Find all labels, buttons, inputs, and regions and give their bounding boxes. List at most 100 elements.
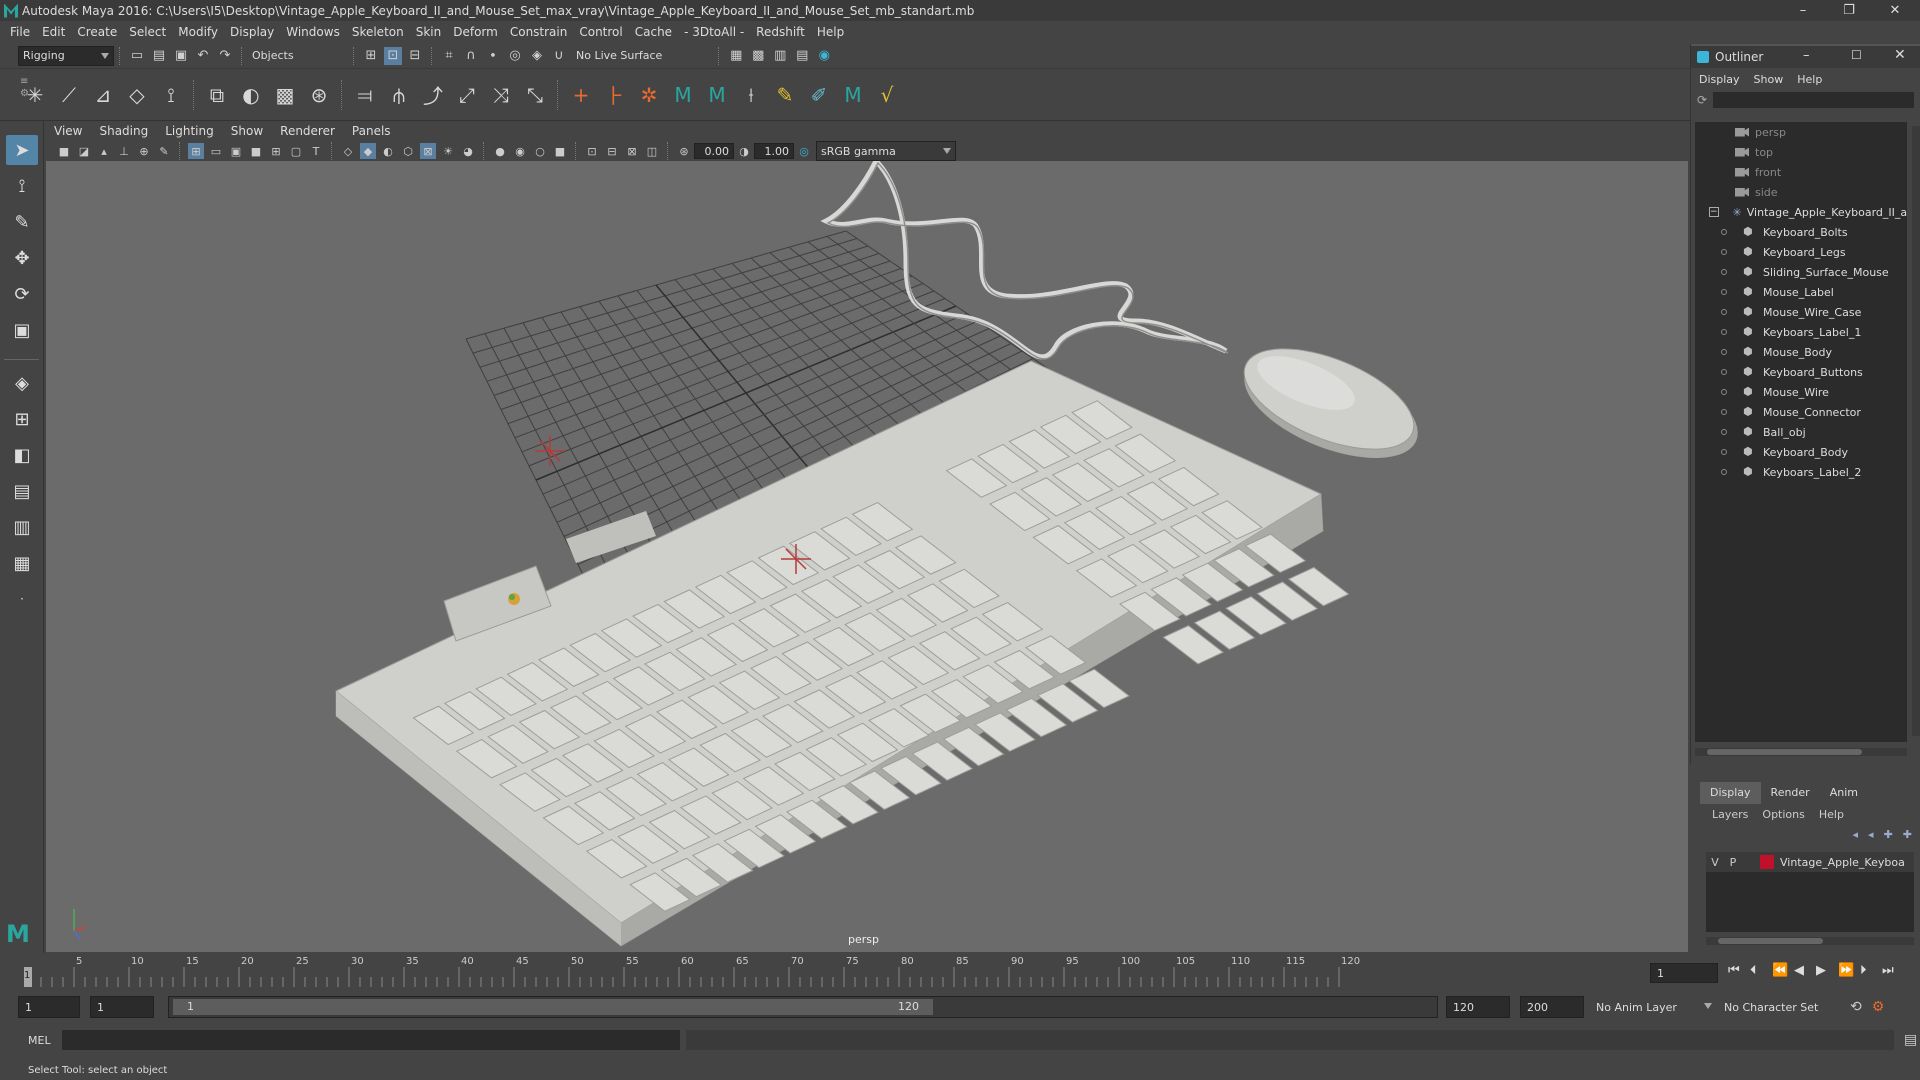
film-gate-icon[interactable]: ▭ [208,143,224,159]
skin-weights-icon[interactable]: ✐ [804,80,834,110]
close-button[interactable]: ✕ [1872,0,1918,21]
move-layer-up-icon[interactable]: ◂ [1853,828,1859,841]
layer-menu-options[interactable]: Options [1762,808,1804,821]
character-set-dropdown[interactable]: No Character Set [1720,997,1840,1017]
tab-render[interactable]: Render [1761,782,1820,804]
vp-menu-view[interactable]: View [54,124,82,138]
hik-icon[interactable]: M [668,80,698,110]
outliner-menu-display[interactable]: Display [1699,73,1740,86]
paint-weights-icon[interactable]: ✎ [770,80,800,110]
step-back-frame-icon[interactable]: ⏪ [1772,963,1794,978]
undo-icon[interactable]: ↶ [194,47,212,65]
depth-of-field-icon[interactable]: ○ [532,143,548,159]
layer-row[interactable]: V P Vintage_Apple_Keyboa [1706,852,1914,872]
tree-item[interactable]: ⬢ Sliding_Surface_Mouse [1695,262,1907,282]
more-layouts-icon[interactable]: · [6,584,38,614]
tree-item[interactable]: ⬢ Keyboard_Buttons [1695,362,1907,382]
screen-space-ao-icon[interactable]: ◕ [460,143,476,159]
move-tool-icon[interactable]: ✥ [6,243,38,273]
camera-attr-icon[interactable]: ◪ [76,143,92,159]
scale-constraint-icon[interactable]: ⤢ [452,80,482,110]
select-camera-icon[interactable]: ■ [56,143,72,159]
restore-button[interactable]: ❐ [1826,0,1872,21]
safe-title-icon[interactable]: T [308,143,324,159]
ik-spline-icon[interactable]: ⊿ [88,80,118,110]
go-to-end-icon[interactable]: ⏭ [1882,963,1904,978]
time-slider[interactable]: 5 10 15 20 25 30 35 40 45 50 55 60 65 70 75 80 85 90 95 100… [0,953,1920,989]
menu-windows[interactable]: Windows [286,25,340,39]
blend-icon[interactable]: ⟊ [736,80,766,110]
tree-item-top[interactable]: top [1695,142,1907,162]
render-settings-icon[interactable]: ▦ [727,47,745,65]
grease-pencil-icon[interactable]: ✎ [156,143,172,159]
mirror-joint-icon[interactable]: ◇ [122,80,152,110]
point-constraint-icon[interactable]: ⫤ [350,80,380,110]
play-backward-icon[interactable]: ◀ [1794,963,1816,978]
bookmark-icon[interactable]: ▴ [96,143,112,159]
persp-outliner-layout-icon[interactable]: ◧ [6,440,38,470]
new-scene-icon[interactable]: ▭ [128,47,146,65]
select-object-icon[interactable]: ⊡ [384,46,402,65]
tree-item[interactable]: ⬢ Keyboard_Legs [1695,242,1907,262]
tree-item-group[interactable]: − ✳ Vintage_Apple_Keyboard_II_ar [1695,202,1907,222]
open-scene-icon[interactable]: ▤ [150,47,168,65]
grid-toggle-icon[interactable]: ⊞ [188,143,204,159]
spring-icon[interactable]: ✲ [634,80,664,110]
paint-select-icon[interactable]: ✎ [6,207,38,237]
gate-mask-icon[interactable]: ■ [248,143,264,159]
layer-playback-toggle[interactable]: P [1724,856,1742,869]
command-input[interactable] [62,1030,680,1050]
layer-menu-help[interactable]: Help [1819,808,1844,821]
save-scene-icon[interactable]: ▣ [172,47,190,65]
outliner-menu-help[interactable]: Help [1797,73,1822,86]
viewport-persp[interactable]: persp [46,161,1688,952]
move-layer-down-icon[interactable]: ◂ [1868,828,1874,841]
menu-deform[interactable]: Deform [453,25,498,39]
menu-select[interactable]: Select [129,25,166,39]
parent-constraint-icon[interactable]: ⤨ [486,80,516,110]
lasso-tool-icon[interactable]: ⟟ [6,171,38,201]
exposure-field[interactable]: 0.00 [694,143,734,159]
menu-cache[interactable]: Cache [635,25,672,39]
cluster-icon[interactable]: ⊛ [304,80,334,110]
play-forward-icon[interactable]: ▶ [1816,963,1838,978]
redo-icon[interactable]: ↷ [216,47,234,65]
xray-joints-icon[interactable]: ⊟ [604,143,620,159]
hypershade-layout-icon[interactable]: ▥ [6,512,38,542]
2d-pan-icon[interactable]: ⊕ [136,143,152,159]
go-to-start-icon[interactable]: ⏮ [1728,963,1750,978]
anim-layer-dropdown[interactable]: No Anim Layer [1592,997,1716,1017]
hypershade-icon[interactable]: ◉ [815,47,833,65]
minimize-icon[interactable]: – [1803,48,1810,63]
four-view-layout-icon[interactable]: ⊞ [6,404,38,434]
anim-end-field[interactable]: 200 [1520,996,1584,1018]
orient-joint-icon[interactable]: ⟟ [156,80,186,110]
vp-menu-show[interactable]: Show [231,124,263,138]
auto-key-icon[interactable]: ⟲ [1850,999,1862,1015]
scrollbar-thumb[interactable] [1707,749,1862,755]
scrollbar-thumb[interactable] [1718,938,1823,944]
range-handle[interactable]: 1 120 [173,999,933,1015]
resolution-gate-icon[interactable]: ▣ [228,143,244,159]
select-tool-icon[interactable]: ➤ [6,135,38,165]
snap-view-icon[interactable]: ◎ [506,47,524,65]
layer-visibility-toggle[interactable]: V [1706,856,1724,869]
aim-constraint-icon[interactable]: ⫛ [384,80,414,110]
shelf-menu-icon[interactable]: ≡ ⚙ [20,76,29,112]
menu-edit[interactable]: Edit [42,25,65,39]
script-editor-icon[interactable]: ▤ [1904,1032,1917,1048]
tree-item[interactable]: ⬢ Keyboars_Label_1 [1695,322,1907,342]
bind-skin-icon[interactable]: ⧉ [202,80,232,110]
step-back-key-icon[interactable]: ⏴ [1750,963,1772,978]
isolate-select-icon[interactable]: ■ [552,143,568,159]
vp-menu-shading[interactable]: Shading [99,124,148,138]
tree-item-persp[interactable]: persp [1695,122,1907,142]
locator-icon[interactable]: + [566,80,596,110]
view-transform-dropdown[interactable]: sRGB gamma [816,141,956,161]
outliner-hscrollbar[interactable] [1695,748,1907,756]
selection-mask-dropdown[interactable]: Objects [248,45,348,66]
vp-menu-renderer[interactable]: Renderer [280,124,335,138]
xray-icon[interactable]: ⊡ [584,143,600,159]
snap-point-icon[interactable]: ∙ [484,47,502,65]
anti-alias-icon[interactable]: ◉ [512,143,528,159]
